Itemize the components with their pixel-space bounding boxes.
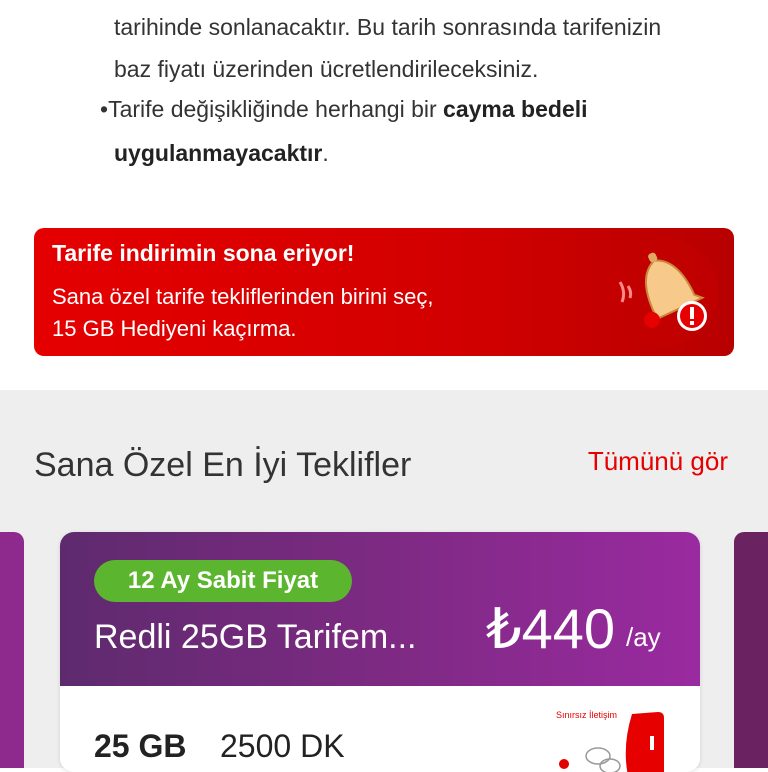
bullet-text: Tarife değişikliğinde herhangi bir xyxy=(108,96,444,122)
cayma-bedeli-text: cayma bedeli xyxy=(443,96,588,122)
info-text-line-2: baz fiyatı üzerinden ücretlendirileceksi… xyxy=(114,56,539,82)
section-title: Sana Özel En İyi Teklifler xyxy=(34,446,412,484)
minutes-amount: 2500 DK xyxy=(220,728,345,764)
bullet-symbol: • xyxy=(100,96,109,122)
data-amount: 25 GB xyxy=(94,728,187,764)
info-section: tarihinde sonlanacaktır. Bu tarih sonras… xyxy=(0,0,768,390)
banner-text-line-1: Sana özel tarife tekliflerinden birini s… xyxy=(52,284,434,309)
plan-price: ₺440 xyxy=(486,597,616,660)
plan-name: Redli 25GB Tarifem... xyxy=(94,618,417,656)
bullet-continuation: uygulanmayacaktır. xyxy=(114,138,329,168)
price-period: /ay xyxy=(626,622,661,652)
banner-text-line-2: 15 GB Hediyeni kaçırma. xyxy=(52,316,297,341)
bell-alert-icon xyxy=(610,238,718,346)
alert-icon xyxy=(38,0,78,8)
tariff-discount-banner[interactable]: Tarife indirimin sona eriyor! Sana özel … xyxy=(34,228,734,356)
bullet-period: . xyxy=(322,140,329,166)
next-offer-card[interactable] xyxy=(734,532,768,768)
fixed-price-badge: 12 Ay Sabit Fiyat xyxy=(94,560,352,602)
promo-text: Sınırsız İletişim xyxy=(556,710,617,720)
offer-card-body: 25 GB 2500 DK Sınırsız İletişim xyxy=(60,686,700,772)
unlimited-communication-graphic: Sınırsız İletişim xyxy=(556,710,664,772)
banner-title: Tarife indirimin sona eriyor! xyxy=(52,240,355,266)
offer-card-header: 12 Ay Sabit Fiyat Redli 25GB Tarifem... … xyxy=(60,532,700,686)
offer-card[interactable]: 12 Ay Sabit Fiyat Redli 25GB Tarifem... … xyxy=(60,532,700,772)
uygulanmayacaktir-text: uygulanmayacaktır xyxy=(114,140,323,166)
see-all-link[interactable]: Tümünü gör xyxy=(588,446,728,477)
info-text-line-1: tarihinde sonlanacaktır. Bu tarih sonras… xyxy=(114,14,662,40)
previous-offer-card[interactable] xyxy=(0,532,24,768)
bullet-item: •Tarife değişikliğinde herhangi bir caym… xyxy=(100,94,588,124)
